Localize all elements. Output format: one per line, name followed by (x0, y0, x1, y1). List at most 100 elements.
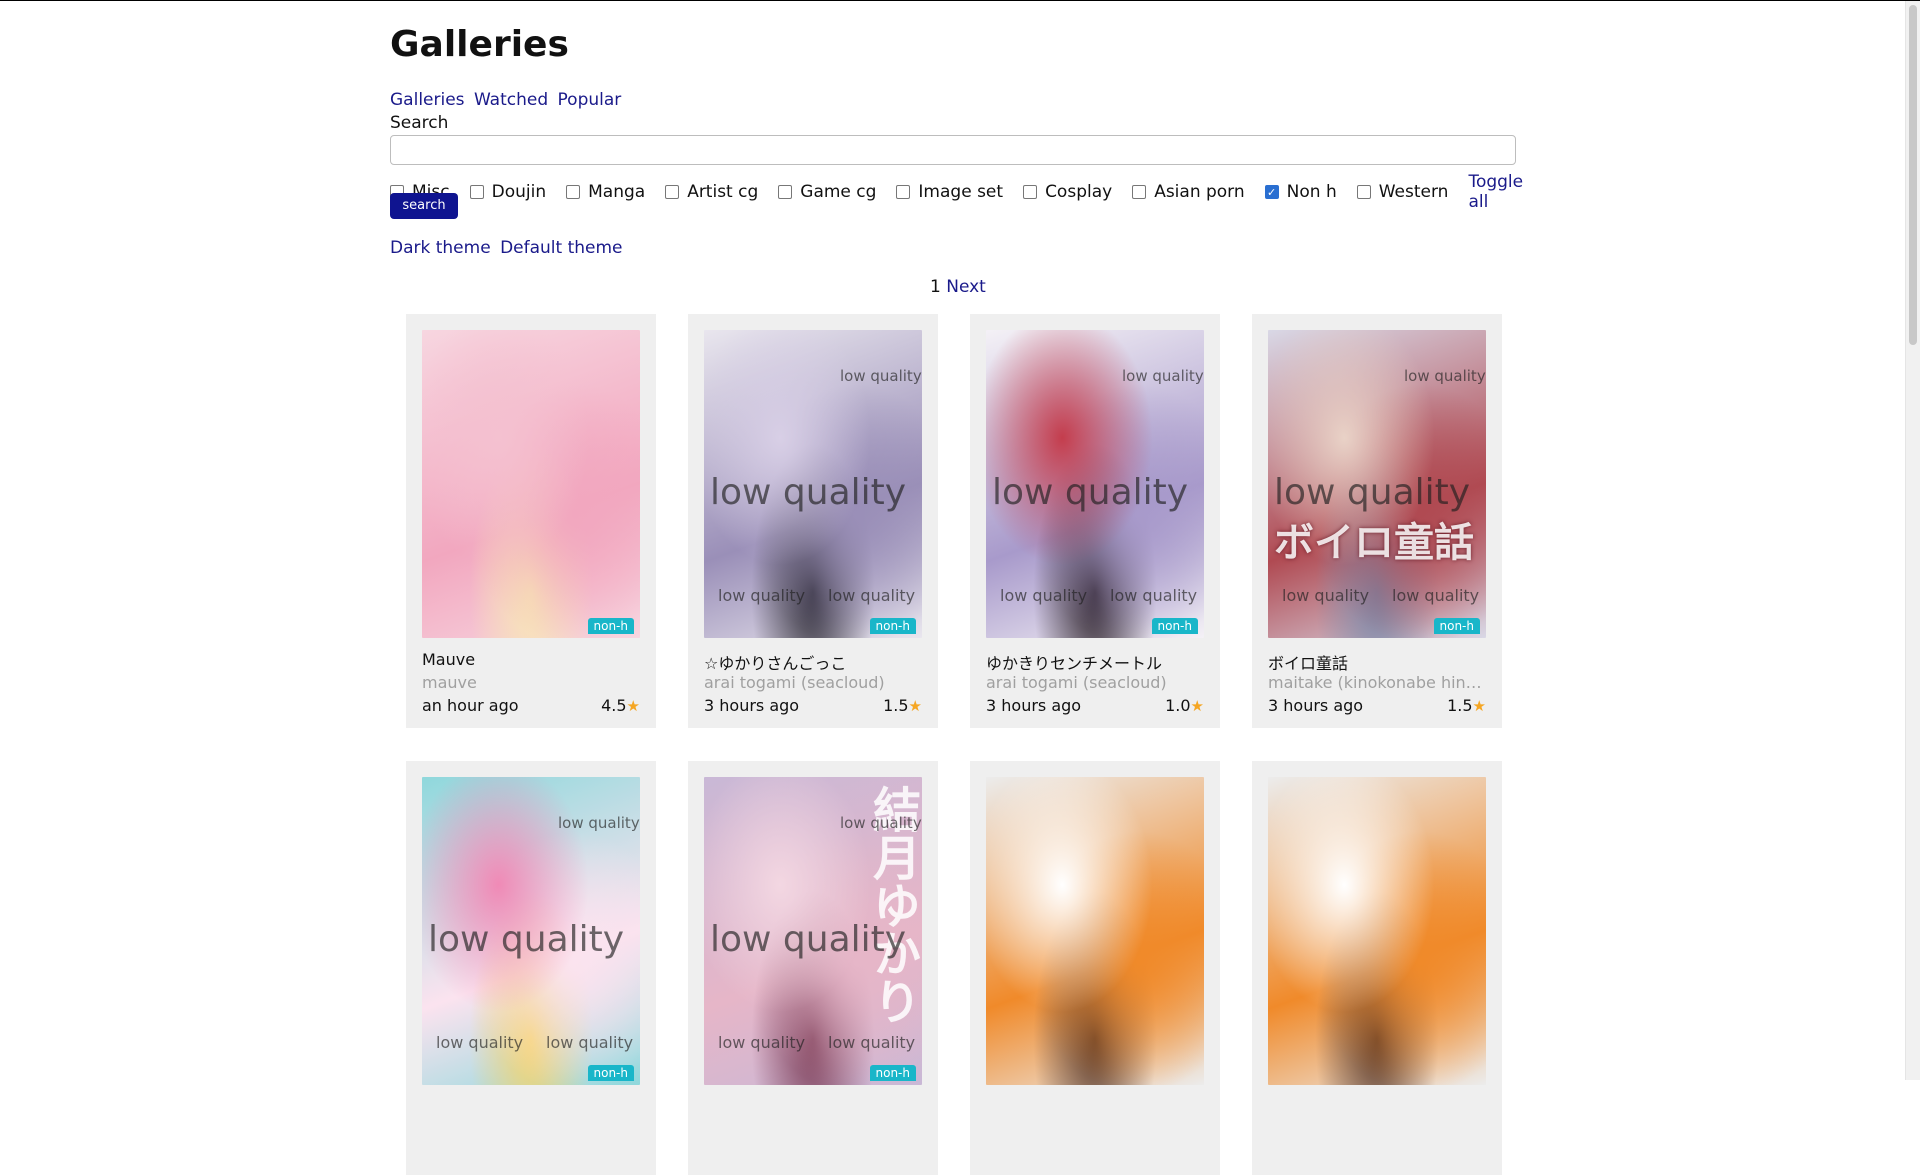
gallery-rating: 4.5★ (601, 696, 640, 715)
watermark-text: low quality (1404, 367, 1486, 385)
gallery-rating: 1.0★ (1165, 696, 1204, 715)
scrollbar-thumb[interactable] (1909, 5, 1917, 345)
star-icon: ★ (1190, 697, 1204, 715)
watermark-text: low quality (828, 586, 916, 605)
watermark-text: low quality (840, 814, 922, 832)
main-nav: Galleries Watched Popular (390, 90, 625, 110)
rating-value: 1.5 (883, 696, 909, 715)
filter-label: Asian porn (1154, 182, 1245, 202)
watermark-text: low quality (546, 1033, 634, 1052)
filter-checkbox[interactable] (665, 185, 680, 199)
filter-checkbox[interactable] (1023, 185, 1038, 199)
category-badge: non-h (587, 618, 634, 634)
gallery-card[interactable]: ボイロ童話 low quality low quality low quality lo… (1252, 314, 1502, 728)
gallery-artist: arai togami (seacloud) (704, 673, 885, 692)
nav-popular-link[interactable]: Popular (558, 90, 622, 110)
rating-value: 4.5 (601, 696, 627, 715)
gallery-card[interactable] (1252, 761, 1502, 1175)
gallery-artist: mauve (422, 673, 477, 692)
filter-game-cg[interactable]: Game cg (778, 182, 876, 202)
category-filters: Misc Doujin Manga Artist cg Game cg Image set… (390, 172, 1523, 212)
gallery-title[interactable]: Mauve (422, 650, 640, 669)
gallery-card[interactable] (970, 761, 1220, 1175)
watermark-text: low quality (992, 472, 1189, 513)
filter-checkbox[interactable] (469, 185, 484, 199)
watermark-text: low quality (436, 1033, 524, 1052)
filter-artist-cg[interactable]: Artist cg (665, 182, 758, 202)
pagination: 1 Next (930, 277, 986, 297)
window-top-border (0, 0, 1920, 1)
gallery-cover-image[interactable]: 結月ゆかり low quality low quality low quality lo… (704, 777, 922, 1085)
gallery-rating: 1.5★ (883, 696, 922, 715)
theme-links: Dark theme Default theme (390, 238, 627, 258)
filter-checkbox[interactable] (778, 185, 793, 199)
filter-cosplay[interactable]: Cosplay (1023, 182, 1112, 202)
gallery-cover-image[interactable]: low quality low quality low quality low qua… (704, 330, 922, 638)
gallery-title[interactable]: ボイロ童話 (1268, 650, 1486, 674)
filter-image-set[interactable]: Image set (896, 182, 1003, 202)
search-label: Search (390, 113, 449, 133)
gallery-cover-image[interactable]: low quality low quality low quality low qua… (986, 330, 1204, 638)
gallery-artist: arai togami (seacloud) (986, 673, 1167, 692)
filter-label: Non h (1286, 182, 1337, 202)
cover-title-text: ボイロ童話 (1274, 519, 1474, 566)
filter-label: Western (1378, 182, 1449, 202)
category-badge: non-h (587, 1065, 634, 1081)
gallery-card[interactable]: non-h Mauve mauve an hour ago 4.5★ (406, 314, 656, 728)
gallery-cover-image[interactable]: ボイロ童話 low quality low quality low quality lo… (1268, 330, 1486, 638)
watermark-text: low quality (428, 919, 625, 960)
search-input[interactable] (390, 135, 1516, 165)
filter-western[interactable]: Western (1356, 182, 1449, 202)
next-page-link[interactable]: Next (946, 277, 986, 297)
dark-theme-link[interactable]: Dark theme (390, 238, 491, 258)
star-icon: ★ (1472, 697, 1486, 715)
gallery-cover-image[interactable] (1268, 777, 1486, 1085)
filter-doujin[interactable]: Doujin (469, 182, 546, 202)
toggle-all-link[interactable]: Toggle all (1468, 172, 1523, 212)
category-badge: non-h (1433, 618, 1480, 634)
default-theme-link[interactable]: Default theme (500, 238, 622, 258)
gallery-artist: maitake (kinokonabe hinan... (1268, 673, 1486, 692)
filter-checkbox[interactable] (1132, 185, 1147, 199)
gallery-card[interactable]: low quality low quality low quality low qua… (688, 314, 938, 728)
watermark-text: low quality (558, 814, 640, 832)
watermark-text: low quality (840, 367, 922, 385)
watermark-text: low quality (1392, 586, 1480, 605)
watermark-text: low quality (1000, 586, 1088, 605)
watermark-text: low quality (1274, 472, 1471, 513)
gallery-card[interactable]: low quality low quality low quality low qua… (970, 314, 1220, 728)
page-scrollbar[interactable] (1905, 1, 1920, 1080)
filter-checkbox[interactable] (566, 185, 581, 199)
page-title: Galleries (390, 24, 569, 65)
watermark-text: low quality (710, 919, 907, 960)
gallery-title[interactable]: ゆかきりセンチメートル (986, 650, 1204, 674)
watermark-text: low quality (828, 1033, 916, 1052)
watermark-text: low quality (718, 586, 806, 605)
gallery-cover-image[interactable]: low quality low quality low quality low qua… (422, 777, 640, 1085)
filter-asian-porn[interactable]: Asian porn (1132, 182, 1245, 202)
filter-label: Cosplay (1045, 182, 1113, 202)
filter-non-h[interactable]: ✓ Non h (1264, 182, 1337, 202)
gallery-timestamp: an hour ago (422, 696, 519, 715)
category-badge: non-h (869, 618, 916, 634)
search-button[interactable]: search (390, 193, 458, 219)
gallery-timestamp: 3 hours ago (704, 696, 800, 715)
gallery-title[interactable]: ☆ゆかりさんごっこ (704, 650, 922, 674)
filter-manga[interactable]: Manga (566, 182, 645, 202)
gallery-cover-image[interactable]: non-h (422, 330, 640, 638)
nav-watched-link[interactable]: Watched (474, 90, 548, 110)
category-badge: non-h (1151, 618, 1198, 634)
filter-checkbox[interactable]: ✓ (1264, 185, 1279, 199)
gallery-rating: 1.5★ (1447, 696, 1486, 715)
star-icon: ★ (908, 697, 922, 715)
filter-label: Game cg (800, 182, 877, 202)
watermark-text: low quality (710, 472, 907, 513)
filter-checkbox[interactable] (896, 185, 911, 199)
filter-checkbox[interactable] (1356, 185, 1371, 199)
watermark-text: low quality (1282, 586, 1370, 605)
gallery-card[interactable]: 結月ゆかり low quality low quality low quality lo… (688, 761, 938, 1175)
rating-value: 1.5 (1447, 696, 1473, 715)
nav-galleries-link[interactable]: Galleries (390, 90, 465, 110)
gallery-cover-image[interactable] (986, 777, 1204, 1085)
gallery-card[interactable]: low quality low quality low quality low qua… (406, 761, 656, 1175)
